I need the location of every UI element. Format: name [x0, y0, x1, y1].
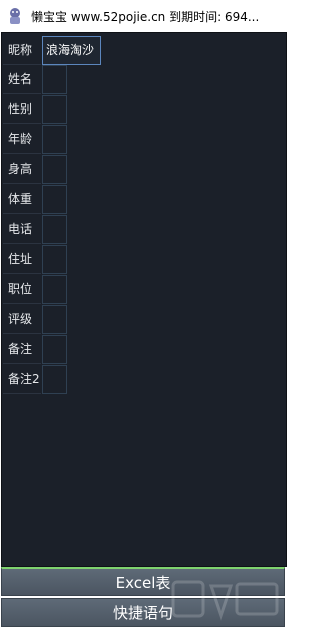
nickname-input[interactable]: 浪海淘沙 [42, 36, 101, 65]
name-label: 姓名 [3, 65, 41, 94]
address-input[interactable] [42, 245, 67, 274]
client-area: 昵称 浪海淘沙 姓名 性别 年龄 身高 体重 电话 住址 职位 评级 备注 备注… [0, 32, 287, 630]
age-input[interactable] [42, 125, 67, 154]
gender-input[interactable] [42, 95, 67, 124]
name-input[interactable] [42, 65, 67, 94]
note2-label: 备注2 [3, 365, 41, 394]
note-label: 备注 [3, 335, 41, 364]
window-title: 懒宝宝 www.52pojie.cn 到期时间: 694... [31, 9, 260, 24]
profile-form-panel: 昵称 浪海淘沙 姓名 性别 年龄 身高 体重 电话 住址 职位 评级 备注 备注… [1, 32, 287, 567]
rating-input[interactable] [42, 305, 67, 334]
height-label: 身高 [3, 155, 41, 184]
note-input[interactable] [42, 335, 67, 364]
gender-label: 性别 [3, 95, 41, 124]
weight-input[interactable] [42, 185, 67, 214]
position-label: 职位 [3, 275, 41, 304]
position-input[interactable] [42, 275, 67, 304]
nickname-label: 昵称 [3, 36, 41, 65]
title-bar[interactable]: 懒宝宝 www.52pojie.cn 到期时间: 694... [0, 0, 287, 32]
weight-label: 体重 [3, 185, 41, 214]
app-icon [7, 7, 23, 25]
note2-input[interactable] [42, 365, 67, 394]
excel-button[interactable]: Excel表 [1, 567, 285, 596]
quick-phrases-button[interactable]: 快捷语句 [1, 598, 285, 627]
phone-label: 电话 [3, 215, 41, 244]
age-label: 年龄 [3, 125, 41, 154]
phone-input[interactable] [42, 215, 67, 244]
rating-label: 评级 [3, 305, 41, 334]
address-label: 住址 [3, 245, 41, 274]
height-input[interactable] [42, 155, 67, 184]
